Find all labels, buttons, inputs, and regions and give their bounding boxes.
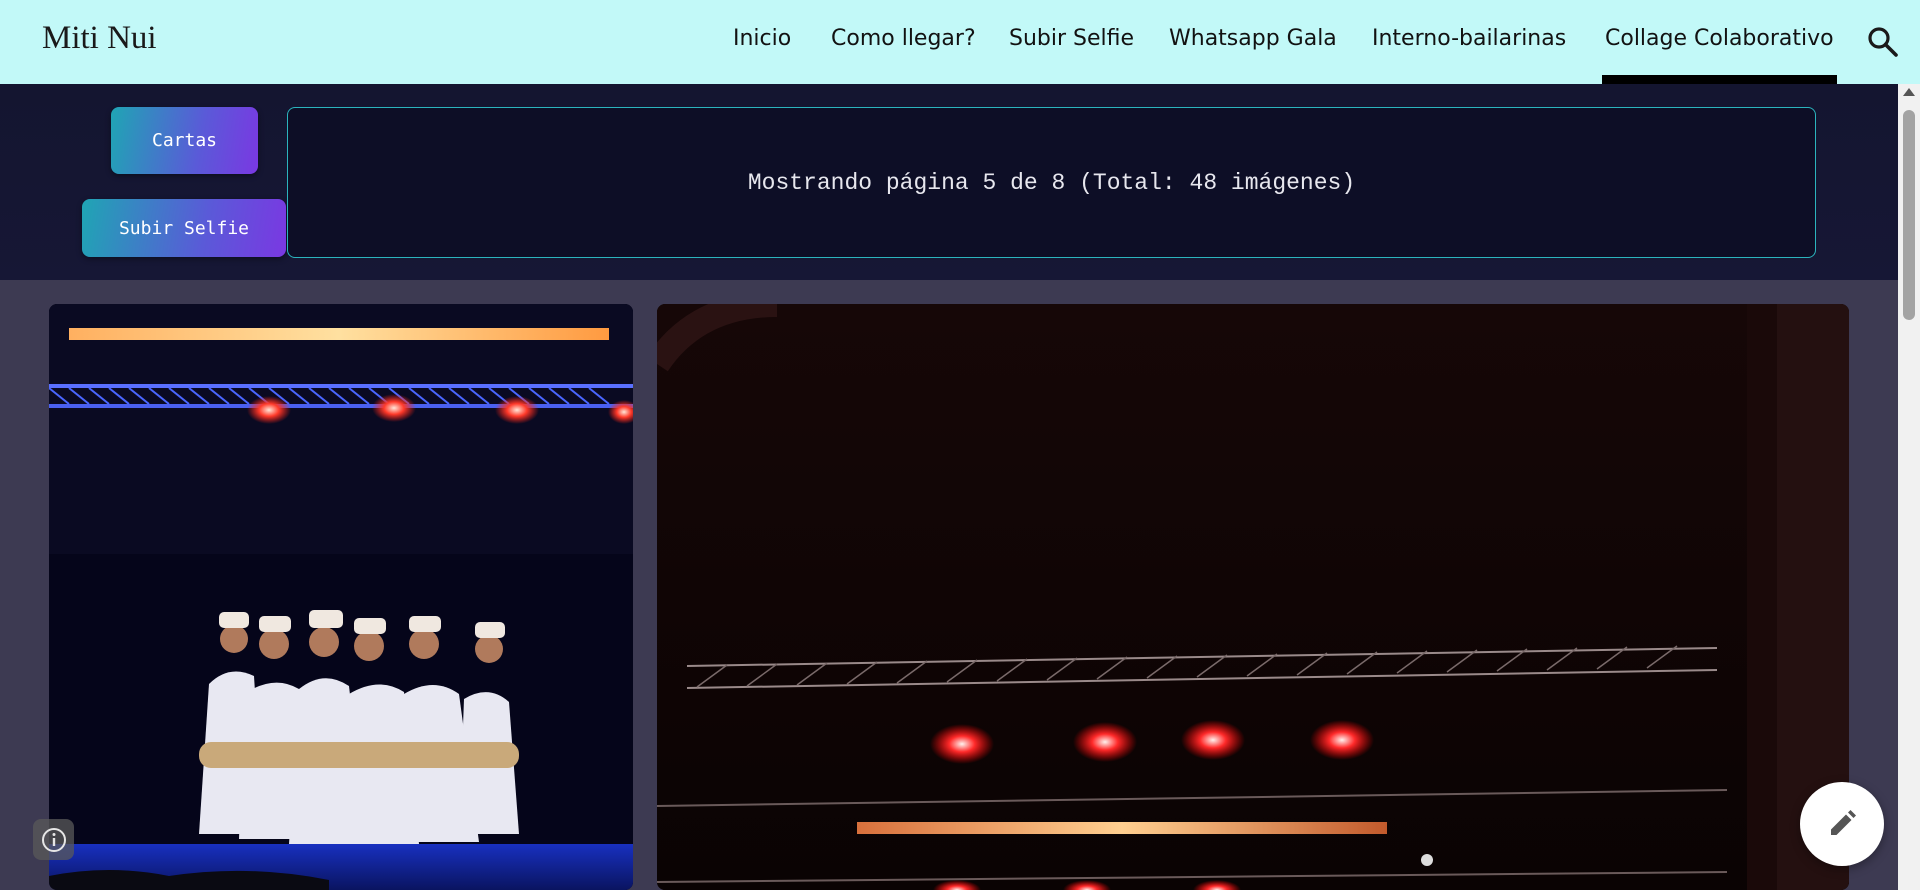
pencil-icon[interactable] [1800, 782, 1884, 866]
search-icon[interactable] [1867, 26, 1899, 58]
nav-subir-selfie[interactable]: Subir Selfie [1009, 26, 1134, 84]
dancers-on-stage-photo [49, 304, 633, 890]
stage-lights-photo [657, 304, 1849, 890]
gallery-photo-dancers[interactable] [49, 304, 633, 890]
scroll-thumb[interactable] [1903, 110, 1915, 320]
pagination-status-box: Mostrando página 5 de 8 (Total: 48 imáge… [287, 107, 1816, 258]
nav-como-llegar[interactable]: Como llegar? [831, 26, 976, 84]
nav-whatsapp-gala[interactable]: Whatsapp Gala [1169, 26, 1337, 84]
pagination-status-text: Mostrando página 5 de 8 (Total: 48 imáge… [747, 169, 1356, 196]
nav-collage-colaborativo[interactable]: Collage Colaborativo [1602, 26, 1837, 84]
page-scrollbar[interactable] [1898, 84, 1920, 890]
info-icon[interactable] [33, 819, 74, 860]
nav-interno-bailarinas[interactable]: Interno-bailarinas [1372, 26, 1566, 84]
scroll-up-arrow-icon[interactable] [1903, 88, 1915, 96]
collage-control-panel: Cartas Subir Selfie Mostrando página 5 d… [0, 84, 1898, 280]
subir-selfie-button[interactable]: Subir Selfie [82, 199, 286, 257]
nav-inicio[interactable]: Inicio [733, 26, 791, 84]
gallery-photo-stage-lights[interactable] [657, 304, 1849, 890]
site-logo[interactable]: Miti Nui [42, 20, 157, 57]
site-header: Miti Nui Inicio Como llegar? Subir Selfi… [0, 0, 1920, 84]
cartas-button[interactable]: Cartas [111, 107, 258, 174]
